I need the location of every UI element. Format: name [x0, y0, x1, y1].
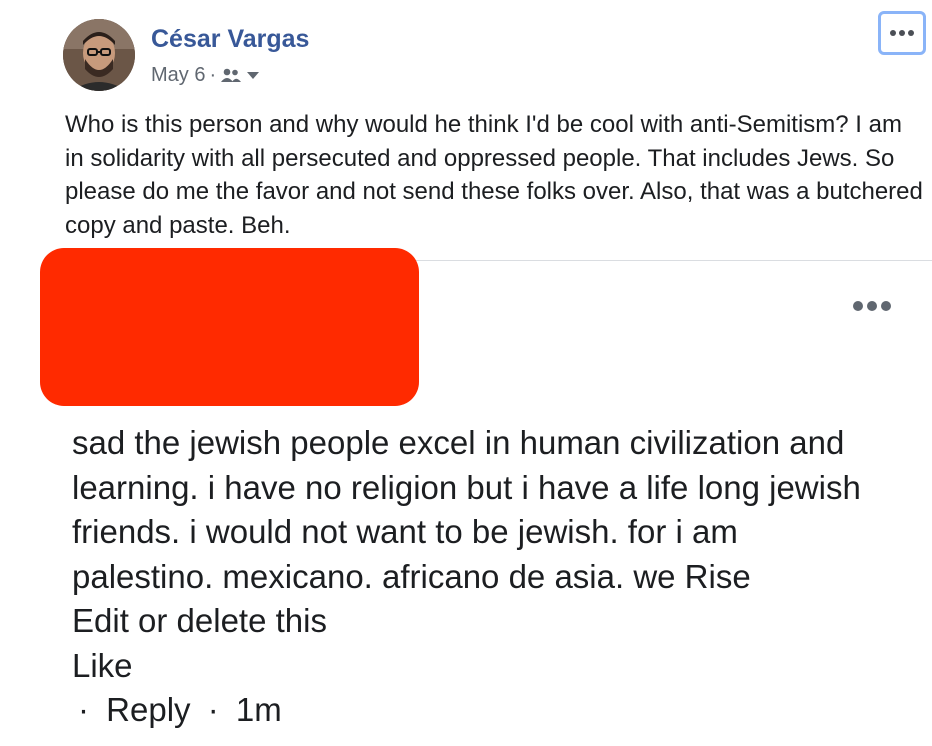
facebook-post: César Vargas May 6 · Who is this person … [0, 0, 932, 746]
post-date[interactable]: May 6 [151, 64, 205, 87]
post-body-text: Who is this person and why would he thin… [65, 111, 923, 239]
comment-line: friends. i would not want to be jewish. … [72, 513, 738, 550]
like-link[interactable]: Like [72, 644, 922, 689]
more-options-icon [890, 30, 914, 36]
author-avatar[interactable] [63, 19, 135, 91]
post-meta: May 6 · [151, 62, 260, 88]
author-name-link[interactable]: César Vargas [151, 24, 309, 54]
time-separator: · [207, 691, 219, 728]
comment-line: palestino. mexicano. africano de asia. w… [72, 557, 751, 595]
edit-or-delete-link[interactable]: Edit or delete this [72, 599, 922, 644]
comment-line: learning. i have no religion but i have … [72, 468, 861, 506]
comment-line: sad the jewish people excel in human civ… [72, 424, 845, 461]
avatar-photo [63, 19, 135, 91]
comment-timestamp[interactable]: 1m [236, 691, 282, 728]
redacted-commenter-block [40, 248, 419, 406]
reply-prefix-separator: · [78, 691, 89, 728]
meta-separator: · [209, 63, 217, 86]
post-options-button[interactable] [878, 11, 926, 55]
comment-actions-row: · Reply · 1m [72, 688, 922, 733]
reply-link[interactable]: Reply [106, 691, 190, 728]
audience-selector-caret-icon[interactable] [246, 70, 260, 80]
comment-body: sad the jewish people excel in human civ… [72, 421, 922, 733]
friends-icon [220, 67, 242, 83]
comment-options-button[interactable] [848, 296, 896, 316]
